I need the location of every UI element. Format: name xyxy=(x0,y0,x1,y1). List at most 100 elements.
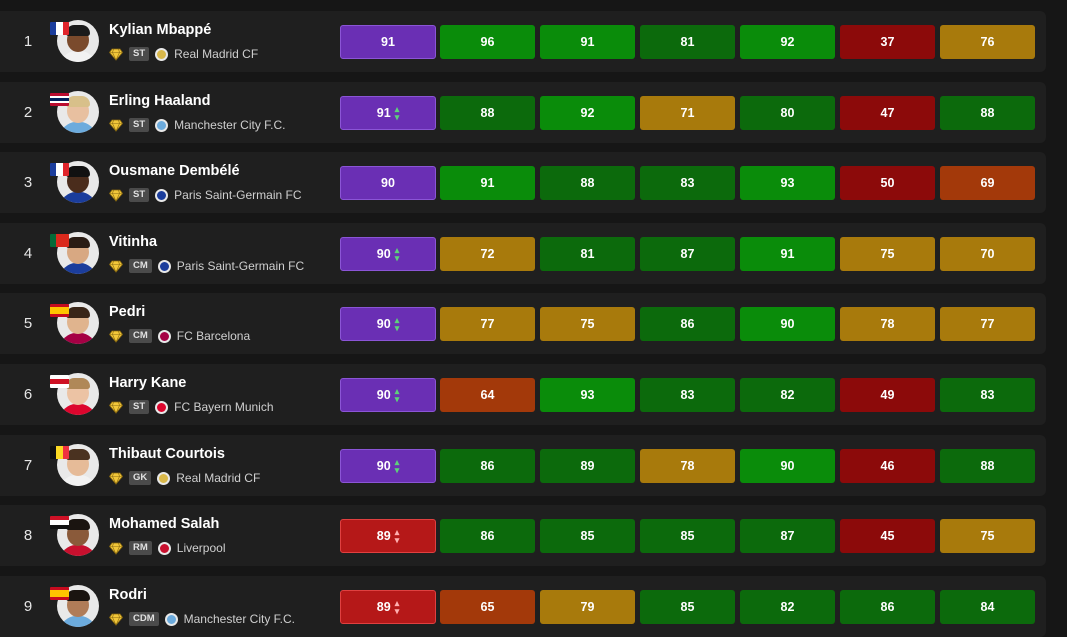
avatar-hair xyxy=(66,449,90,460)
stat-cell: 83 xyxy=(940,378,1035,412)
rating-trend-icon: ▴ ▾ xyxy=(394,104,400,122)
avatar-shirt xyxy=(60,122,96,133)
rank-number: 9 xyxy=(23,598,33,615)
player-name[interactable]: Thibaut Courtois xyxy=(109,446,225,462)
position-badge: CDM xyxy=(129,612,159,626)
stat-cell: 70 xyxy=(940,237,1035,271)
player-meta: ST Manchester City F.C. xyxy=(108,117,286,133)
player-row[interactable]: 2 Erling Haaland ST Manchester City F.C. 91 ▴… xyxy=(0,82,1046,143)
rating-trend-icon: ▴ ▾ xyxy=(394,386,400,404)
avatar-hair xyxy=(66,590,90,601)
rank-number: 8 xyxy=(23,527,33,544)
player-name[interactable]: Erling Haaland xyxy=(109,93,211,109)
rank-number: 3 xyxy=(23,174,33,191)
player-row[interactable]: 9 Rodri CDM Manchester City F.C. 89 ▴ ▾ 65 79 85 8… xyxy=(0,576,1046,637)
stat-cell: 87 xyxy=(740,519,835,553)
player-meta: CM Paris Saint-Germain FC xyxy=(108,258,304,274)
avatar-hair xyxy=(66,307,90,318)
club-crest-icon xyxy=(157,259,171,273)
nation-flag-icon xyxy=(50,304,69,317)
player-name[interactable]: Harry Kane xyxy=(109,375,186,391)
avatar-hair xyxy=(66,25,90,36)
overall-rating-cell: 90 ▴ ▾ xyxy=(340,307,436,341)
rating-trend-icon: ▴ ▾ xyxy=(394,527,400,545)
avatar-shirt xyxy=(60,545,96,556)
stat-cell: 80 xyxy=(740,96,835,130)
stat-cell: 90 xyxy=(740,307,835,341)
rarity-gem-icon xyxy=(108,48,124,61)
position-badge: CM xyxy=(129,259,152,273)
player-name[interactable]: Ousmane Dembélé xyxy=(109,163,240,179)
overall-rating-cell: 89 ▴ ▾ xyxy=(340,590,436,624)
position-badge: GK xyxy=(129,471,152,485)
stat-cell: 37 xyxy=(840,25,935,59)
club-name[interactable]: Liverpool xyxy=(177,541,226,555)
player-name[interactable]: Rodri xyxy=(109,587,147,603)
overall-rating-value: 91 xyxy=(376,106,391,120)
stat-cell: 71 xyxy=(640,96,735,130)
stat-cell: 88 xyxy=(940,449,1035,483)
overall-rating-cell: 91 xyxy=(340,25,436,59)
stat-cell: 86 xyxy=(840,590,935,624)
nation-flag-icon xyxy=(50,234,69,247)
club-crest-icon xyxy=(157,329,171,343)
player-name[interactable]: Pedri xyxy=(109,304,145,320)
stat-cell: 88 xyxy=(540,166,635,200)
club-crest-icon xyxy=(164,612,178,626)
stat-cell: 85 xyxy=(640,590,735,624)
player-row[interactable]: 8 Mohamed Salah RM Liverpool 89 ▴ ▾ 86 85 85 87 45 7… xyxy=(0,505,1046,566)
overall-rating-value: 90 xyxy=(376,247,391,261)
club-name[interactable]: Manchester City F.C. xyxy=(184,612,295,626)
rating-trend-icon: ▴ ▾ xyxy=(394,315,400,333)
overall-rating-value: 90 xyxy=(376,388,391,402)
stat-cell: 45 xyxy=(840,519,935,553)
stat-cell: 77 xyxy=(940,307,1035,341)
avatar-shirt xyxy=(60,475,96,486)
player-row[interactable]: 1 Kylian Mbappé ST Real Madrid CF 91 96 91 81 92… xyxy=(0,11,1046,72)
club-name[interactable]: Paris Saint-Germain FC xyxy=(174,188,301,202)
stat-cell: 82 xyxy=(740,378,835,412)
rating-trend-icon: ▴ ▾ xyxy=(394,245,400,263)
player-row[interactable]: 4 Vitinha CM Paris Saint-Germain FC 90 ▴ ▾ 72 81… xyxy=(0,223,1046,284)
stat-cell: 46 xyxy=(840,449,935,483)
rarity-gem-icon xyxy=(108,472,124,485)
stat-cell: 88 xyxy=(940,96,1035,130)
club-crest-icon xyxy=(155,47,169,61)
club-crest-icon xyxy=(155,188,169,202)
nation-flag-icon xyxy=(50,516,69,529)
club-name[interactable]: Manchester City F.C. xyxy=(174,118,285,132)
club-name[interactable]: FC Bayern Munich xyxy=(174,400,273,414)
club-crest-icon xyxy=(155,400,169,414)
avatar-shirt xyxy=(60,51,96,62)
stat-cell: 86 xyxy=(640,307,735,341)
player-row[interactable]: 5 Pedri CM FC Barcelona 90 ▴ ▾ 77 75 86 90 78 77 xyxy=(0,293,1046,354)
overall-rating-value: 90 xyxy=(381,176,395,190)
player-name[interactable]: Kylian Mbappé xyxy=(109,22,211,38)
stat-cell: 65 xyxy=(440,590,535,624)
player-row[interactable]: 6 Harry Kane ST FC Bayern Munich 90 ▴ ▾ 64 93 83 8… xyxy=(0,364,1046,425)
club-name[interactable]: FC Barcelona xyxy=(177,329,250,343)
rank-number: 7 xyxy=(23,457,33,474)
player-name[interactable]: Vitinha xyxy=(109,234,157,250)
club-name[interactable]: Real Madrid CF xyxy=(174,47,258,61)
stat-cell: 86 xyxy=(440,519,535,553)
avatar-hair xyxy=(66,96,90,107)
stat-cell: 89 xyxy=(540,449,635,483)
stat-cell: 79 xyxy=(540,590,635,624)
stat-cell: 92 xyxy=(540,96,635,130)
player-name[interactable]: Mohamed Salah xyxy=(109,516,219,532)
stat-cell: 49 xyxy=(840,378,935,412)
nation-flag-icon xyxy=(50,446,69,459)
rank-number: 4 xyxy=(23,245,33,262)
avatar-hair xyxy=(66,237,90,248)
player-row[interactable]: 3 Ousmane Dembélé ST Paris Saint-Germain FC… xyxy=(0,152,1046,213)
club-name[interactable]: Real Madrid CF xyxy=(176,471,260,485)
stat-cell: 77 xyxy=(440,307,535,341)
player-ranking-list: 1 Kylian Mbappé ST Real Madrid CF 91 96 91 81 92… xyxy=(0,0,1067,637)
player-meta: ST Real Madrid CF xyxy=(108,46,258,62)
club-crest-icon xyxy=(155,118,169,132)
club-name[interactable]: Paris Saint-Germain FC xyxy=(177,259,304,273)
rating-trend-icon: ▴ ▾ xyxy=(394,457,400,475)
player-meta: CM FC Barcelona xyxy=(108,328,250,344)
player-row[interactable]: 7 Thibaut Courtois GK Real Madrid CF 90 ▴ ▾ 86 8… xyxy=(0,435,1046,496)
